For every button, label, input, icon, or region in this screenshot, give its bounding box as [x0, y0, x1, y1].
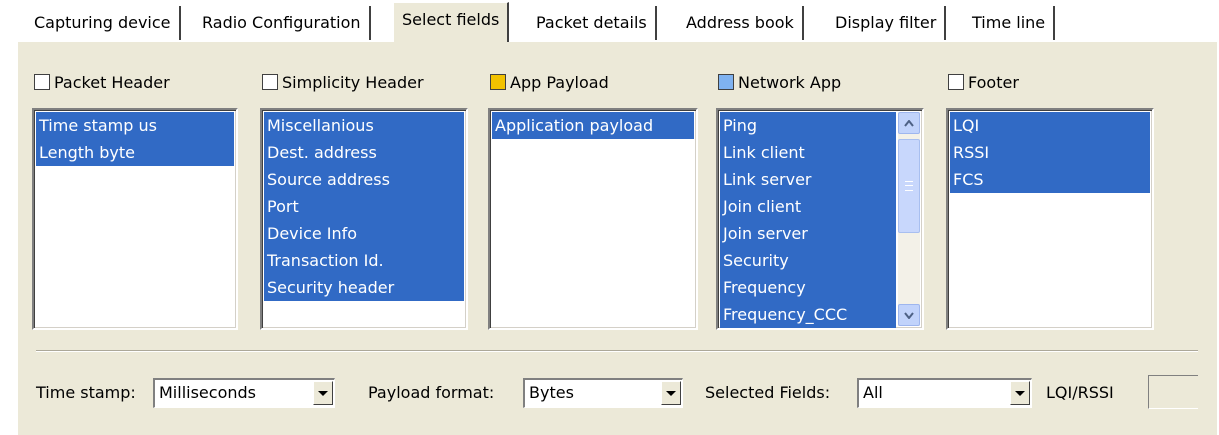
list-item[interactable]: LQI [950, 112, 1150, 139]
divider [36, 350, 1198, 352]
list-item[interactable]: Security header [264, 274, 464, 301]
simplicity-header-label: Simplicity Header [282, 72, 424, 92]
scroll-down-arrow-icon[interactable] [898, 304, 920, 326]
list-item[interactable]: Security [720, 247, 896, 274]
list-item[interactable]: Length byte [36, 139, 234, 166]
list-item[interactable]: Link client [720, 139, 896, 166]
timestamp-value: Milliseconds [159, 383, 256, 402]
dropdown-arrow-icon[interactable] [661, 381, 681, 405]
tab-select-fields[interactable]: Select fields [393, 2, 510, 42]
tab-address-book[interactable]: Address book [678, 6, 804, 40]
timestamp-label: Time stamp: [36, 383, 136, 402]
simplicity-header-listbox[interactable]: Miscellanious Dest. address Source address… [260, 108, 468, 330]
dropdown-arrow-icon[interactable] [1010, 381, 1030, 405]
network-app-checkbox[interactable] [718, 74, 734, 90]
lqi-rssi-indicator [1148, 375, 1198, 409]
list-item[interactable]: FCS [950, 166, 1150, 193]
footer-group[interactable]: Footer [948, 70, 1019, 94]
timestamp-select[interactable]: Milliseconds [153, 378, 335, 408]
simplicity-header-checkbox[interactable] [262, 74, 278, 90]
list-item[interactable]: Time stamp us [36, 112, 234, 139]
packet-header-listbox[interactable]: Time stamp us Length byte [32, 108, 238, 330]
payload-format-select[interactable]: Bytes [523, 378, 683, 408]
packet-header-label: Packet Header [54, 72, 170, 92]
tab-time-line[interactable]: Time line [964, 6, 1056, 40]
app-payload-checkbox[interactable] [490, 74, 506, 90]
tab-packet-details[interactable]: Packet details [528, 6, 657, 40]
list-item[interactable]: Dest. address [264, 139, 464, 166]
list-item[interactable]: Port [264, 193, 464, 220]
list-item[interactable]: Transaction Id. [264, 247, 464, 274]
tab-capturing-device[interactable]: Capturing device [26, 6, 181, 40]
list-item[interactable]: Ping [720, 112, 896, 139]
list-item[interactable]: RSSI [950, 139, 1150, 166]
list-item[interactable]: Source address [264, 166, 464, 193]
selected-fields-label: Selected Fields: [705, 383, 831, 402]
selected-fields-select[interactable]: All [857, 378, 1032, 408]
tab-radio-configuration[interactable]: Radio Configuration [194, 6, 371, 40]
scroll-up-arrow-icon[interactable] [898, 112, 920, 134]
list-item[interactable]: Link server [720, 166, 896, 193]
list-item[interactable]: Device Info [264, 220, 464, 247]
app-payload-label: App Payload [510, 72, 609, 92]
footer-label: Footer [968, 72, 1019, 92]
scroll-thumb[interactable] [898, 139, 920, 233]
network-app-label: Network App [738, 72, 842, 92]
app-payload-listbox[interactable]: Application payload [488, 108, 698, 330]
simplicity-header-group[interactable]: Simplicity Header [262, 70, 424, 94]
app-payload-group[interactable]: App Payload [490, 70, 609, 94]
list-item[interactable]: Application payload [492, 112, 694, 139]
list-item[interactable]: Miscellanious [264, 112, 464, 139]
packet-header-group[interactable]: Packet Header [34, 70, 170, 94]
packet-header-checkbox[interactable] [34, 74, 50, 90]
payload-format-value: Bytes [529, 383, 574, 402]
payload-format-label: Payload format: [368, 383, 495, 402]
tab-bar: Capturing device Radio Configuration Sel… [0, 0, 1219, 42]
list-item[interactable]: Frequency_CCC [720, 301, 896, 328]
dropdown-arrow-icon[interactable] [313, 381, 333, 405]
lqi-rssi-label: LQI/RSSI [1046, 383, 1114, 402]
footer-checkbox[interactable] [948, 74, 964, 90]
network-app-listbox[interactable]: Ping Link client Link server Join client Joi… [716, 108, 924, 330]
list-item[interactable]: Join server [720, 220, 896, 247]
network-app-group[interactable]: Network App [718, 70, 841, 94]
network-app-scrollbar[interactable] [898, 112, 920, 326]
list-item[interactable]: Join client [720, 193, 896, 220]
footer-listbox[interactable]: LQI RSSI FCS [946, 108, 1154, 330]
list-item[interactable]: Frequency [720, 274, 896, 301]
selected-fields-value: All [863, 383, 883, 402]
tab-display-filter[interactable]: Display filter [827, 6, 947, 40]
